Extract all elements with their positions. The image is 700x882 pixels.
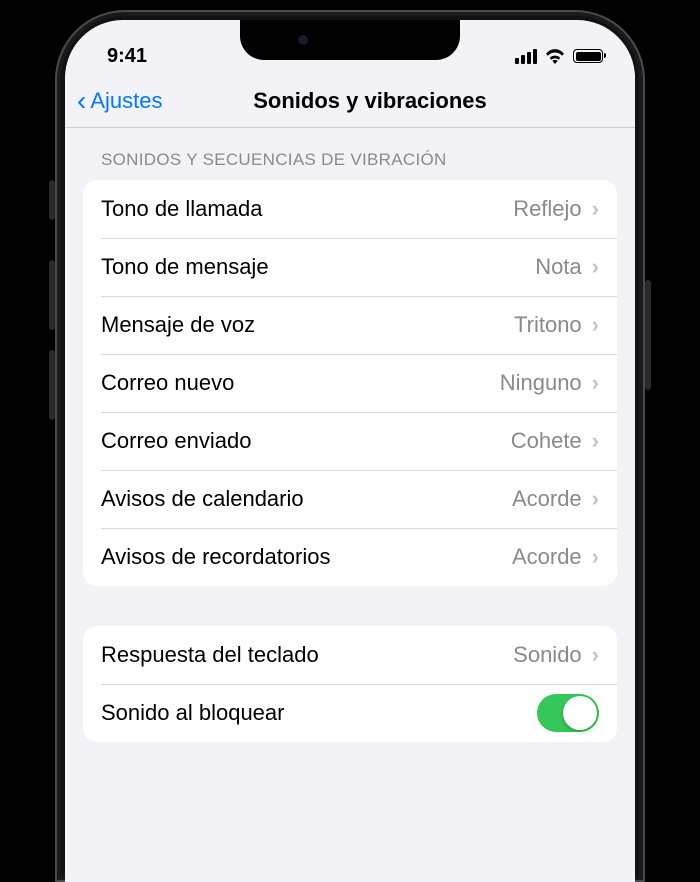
power-button xyxy=(645,280,651,390)
row-value: Cohete xyxy=(511,428,582,454)
battery-icon xyxy=(573,49,603,63)
chevron-right-icon: › xyxy=(592,196,599,222)
lock-sound-toggle[interactable] xyxy=(537,694,599,732)
group-keyboard: Respuesta del teclado Sonido › Sonido al… xyxy=(83,626,617,742)
wifi-icon xyxy=(544,48,566,64)
mute-switch xyxy=(49,180,55,220)
status-time: 9:41 xyxy=(107,45,147,68)
chevron-right-icon: › xyxy=(592,544,599,570)
chevron-left-icon: ‹ xyxy=(77,85,86,117)
row-value: Sonido xyxy=(513,642,582,668)
row-value: Nota xyxy=(535,254,581,280)
row-label: Respuesta del teclado xyxy=(101,642,319,668)
row-label: Avisos de calendario xyxy=(101,486,304,512)
notch xyxy=(240,20,460,60)
phone-frame: 9:41 ‹ Ajustes Sonidos y vibraciones SON… xyxy=(55,10,645,882)
row-reminder-alerts[interactable]: Avisos de recordatorios Acorde › xyxy=(83,528,617,586)
nav-bar: ‹ Ajustes Sonidos y vibraciones xyxy=(65,74,635,128)
row-value: Acorde xyxy=(512,544,582,570)
row-calendar-alerts[interactable]: Avisos de calendario Acorde › xyxy=(83,470,617,528)
status-right xyxy=(515,48,603,64)
row-label: Correo nuevo xyxy=(101,370,234,396)
chevron-right-icon: › xyxy=(592,370,599,396)
row-value: Acorde xyxy=(512,486,582,512)
volume-up-button xyxy=(49,260,55,330)
chevron-right-icon: › xyxy=(592,486,599,512)
chevron-right-icon: › xyxy=(592,428,599,454)
row-label: Tono de mensaje xyxy=(101,254,269,280)
row-value: Ninguno xyxy=(500,370,582,396)
row-new-mail[interactable]: Correo nuevo Ninguno › xyxy=(83,354,617,412)
row-label: Mensaje de voz xyxy=(101,312,255,338)
row-keyboard-feedback[interactable]: Respuesta del teclado Sonido › xyxy=(83,626,617,684)
volume-down-button xyxy=(49,350,55,420)
row-value: Tritono xyxy=(514,312,582,338)
back-label: Ajustes xyxy=(90,88,162,114)
row-text-tone[interactable]: Tono de mensaje Nota › xyxy=(83,238,617,296)
screen: 9:41 ‹ Ajustes Sonidos y vibraciones SON… xyxy=(65,20,635,882)
row-ringtone[interactable]: Tono de llamada Reflejo › xyxy=(83,180,617,238)
chevron-right-icon: › xyxy=(592,254,599,280)
row-value: Reflejo xyxy=(513,196,581,222)
row-voicemail[interactable]: Mensaje de voz Tritono › xyxy=(83,296,617,354)
back-button[interactable]: ‹ Ajustes xyxy=(77,85,162,117)
chevron-right-icon: › xyxy=(592,642,599,668)
row-sent-mail[interactable]: Correo enviado Cohete › xyxy=(83,412,617,470)
group-sounds: Tono de llamada Reflejo › Tono de mensaj… xyxy=(83,180,617,586)
row-lock-sound: Sonido al bloquear xyxy=(83,684,617,742)
row-label: Avisos de recordatorios xyxy=(101,544,331,570)
row-label: Correo enviado xyxy=(101,428,251,454)
section-header-sounds: SONIDOS Y SECUENCIAS DE VIBRACIÓN xyxy=(83,128,617,180)
row-label: Sonido al bloquear xyxy=(101,700,284,726)
chevron-right-icon: › xyxy=(592,312,599,338)
cellular-signal-icon xyxy=(515,49,537,64)
toggle-knob xyxy=(563,696,597,730)
row-label: Tono de llamada xyxy=(101,196,262,222)
content: SONIDOS Y SECUENCIAS DE VIBRACIÓN Tono d… xyxy=(65,128,635,742)
